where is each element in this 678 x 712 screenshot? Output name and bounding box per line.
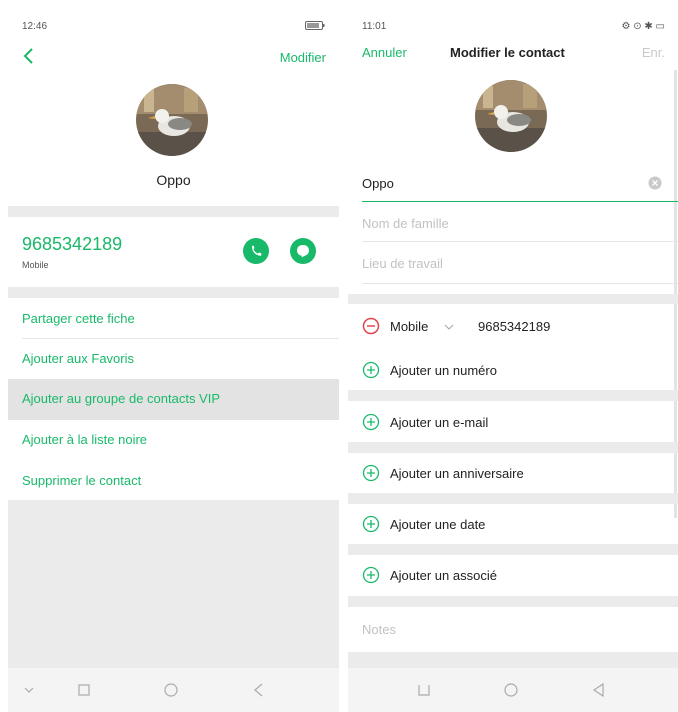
delete-contact-item[interactable]: Supprimer le contact	[22, 473, 141, 488]
remove-phone-button[interactable]	[362, 317, 380, 335]
notes-field[interactable]: Notes	[362, 622, 396, 637]
section-divider	[8, 206, 339, 217]
recents-square-icon[interactable]	[415, 681, 433, 699]
navigation-bar	[8, 668, 339, 712]
empty-area	[8, 500, 339, 668]
plus-circle-icon	[362, 413, 380, 431]
status-bar: 11:01 ⚙ ⊙ ✱ ▭	[348, 0, 678, 40]
plus-circle-icon	[362, 566, 380, 584]
add-vip-group-label: Ajouter au groupe de contacts VIP	[22, 391, 221, 406]
call-button[interactable]	[243, 238, 269, 264]
clear-icon[interactable]	[648, 176, 662, 190]
phone-type-select[interactable]: Mobile	[390, 319, 428, 334]
blacklist-item[interactable]: Ajouter à la liste noire	[22, 432, 147, 447]
add-birthday-item[interactable]: Ajouter un anniversaire	[390, 466, 524, 481]
status-icons: ⚙ ⊙ ✱ ▭	[621, 21, 665, 32]
chevron-down-icon[interactable]	[20, 681, 38, 699]
field-underline	[362, 241, 678, 242]
section-divider	[348, 596, 678, 607]
minus-circle-icon	[362, 317, 380, 335]
row-separator	[22, 338, 339, 339]
battery-icon	[305, 21, 325, 33]
add-favorites-item[interactable]: Ajouter aux Favoris	[22, 351, 134, 366]
share-card-item[interactable]: Partager cette fiche	[22, 311, 135, 326]
message-bubble-icon	[290, 238, 316, 264]
plus-circle-icon	[362, 515, 380, 533]
first-name-underline	[362, 201, 678, 202]
phone-number[interactable]: 9685342189	[22, 234, 122, 255]
status-time: 12:46	[22, 21, 48, 32]
section-divider	[348, 390, 678, 401]
plus-circle-icon	[362, 464, 380, 482]
edit-contact-screen: 11:01 ⚙ ⊙ ✱ ▭ Annuler Modifier le contac…	[348, 0, 678, 712]
back-triangle-icon[interactable]	[250, 681, 268, 699]
plus-circle-icon	[362, 361, 380, 379]
contact-name: Oppo	[156, 172, 191, 188]
home-circle-icon[interactable]	[502, 681, 520, 699]
add-associate-item[interactable]: Ajouter un associé	[390, 568, 497, 583]
section-divider	[348, 652, 678, 668]
section-divider	[348, 493, 678, 504]
section-divider	[348, 442, 678, 453]
back-triangle-icon[interactable]	[590, 681, 608, 699]
cancel-button[interactable]: Annuler	[362, 45, 407, 60]
navigation-bar	[348, 668, 678, 712]
recents-square-icon[interactable]	[75, 681, 93, 699]
contact-photo	[136, 84, 208, 156]
contact-photo[interactable]	[475, 80, 547, 152]
first-name-field[interactable]: Oppo	[362, 176, 394, 191]
field-underline	[362, 283, 678, 284]
status-time: 11:01	[362, 21, 387, 32]
save-button[interactable]: Enr.	[642, 45, 665, 60]
screen-title: Modifier le contact	[450, 45, 565, 60]
message-button[interactable]	[290, 238, 316, 264]
workplace-field[interactable]: Lieu de travail	[362, 256, 443, 271]
phone-icon	[243, 238, 269, 264]
add-number-item[interactable]: Ajouter un numéro	[390, 363, 497, 378]
phone-type-label: Mobile	[22, 260, 49, 270]
section-divider	[8, 287, 339, 298]
add-email-item[interactable]: Ajouter un e-mail	[390, 415, 488, 430]
last-name-field[interactable]: Nom de famille	[362, 216, 449, 231]
add-date-item[interactable]: Ajouter une date	[390, 517, 485, 532]
phone-number-field[interactable]: 9685342189	[478, 319, 550, 334]
modify-button[interactable]: Modifier	[280, 50, 326, 65]
back-chevron-icon[interactable]	[22, 46, 42, 70]
section-divider	[348, 544, 678, 555]
chevron-down-icon[interactable]	[443, 320, 455, 332]
status-bar: 12:46	[8, 0, 339, 40]
section-divider	[348, 294, 678, 304]
home-circle-icon[interactable]	[162, 681, 180, 699]
add-vip-group-item[interactable]: Ajouter au groupe de contacts VIP	[8, 379, 339, 420]
contact-details-screen: 12:46 Modifier Oppo 9685342189 Mobile Pa…	[8, 0, 339, 712]
